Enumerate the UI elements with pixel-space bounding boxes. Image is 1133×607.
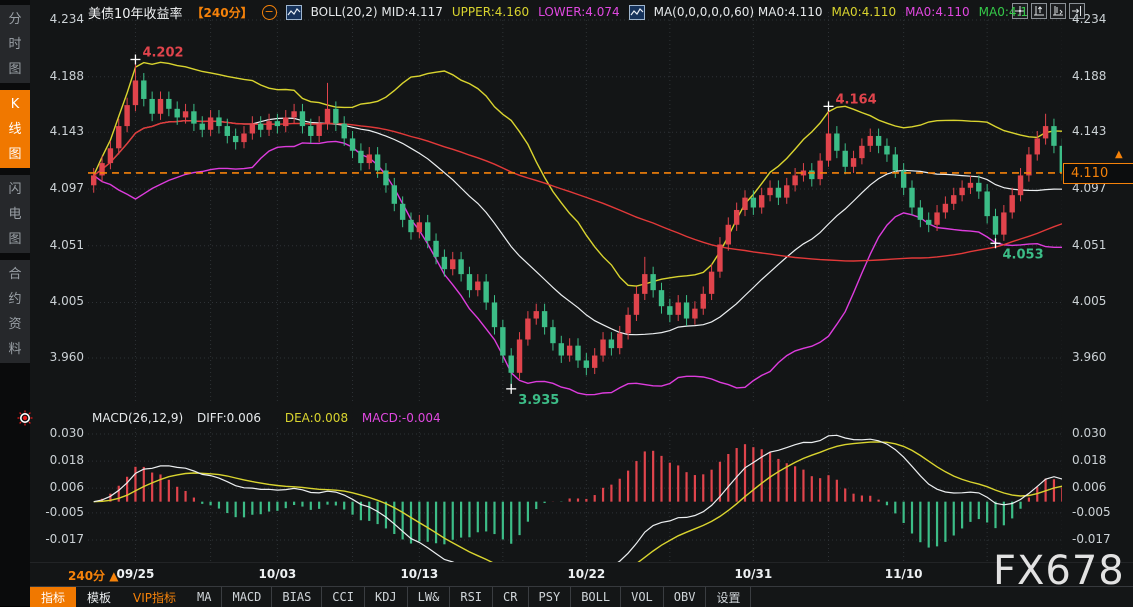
toolbar-tab[interactable]: VIP指标 xyxy=(122,587,187,607)
main-axis-right: 4.2344.1884.1434.0974.0514.0053.9600.030… xyxy=(1066,0,1133,562)
macd-tick-right: 0.018 xyxy=(1072,453,1106,467)
price-tick-left: 4.005 xyxy=(50,294,84,308)
symbol-title: 美债10年收益率 xyxy=(88,3,183,22)
indicator-button[interactable]: RSI xyxy=(450,587,493,607)
period-dropdown[interactable]: 240分 ▲ xyxy=(68,567,118,584)
sidebar-tab[interactable]: 合约资料 xyxy=(0,260,30,363)
sidebar-tab[interactable]: 闪电图 xyxy=(0,175,30,253)
chart-header: 美债10年收益率 【240分】 − BOLL(20,2) MID:4.117 U… xyxy=(30,0,1133,24)
time-axis: 240分 ▲ 09/25 10/03 10/13 10/22 10/31 11/10 xyxy=(30,562,1133,587)
indicator-button[interactable]: VOL xyxy=(621,587,664,607)
macd-tick-left: 0.030 xyxy=(50,426,84,440)
date-label: 10/22 xyxy=(567,567,605,581)
sidebar-tab[interactable]: 分时图 xyxy=(0,5,30,83)
fx678-watermark: FX678 xyxy=(993,548,1125,594)
indicator-button[interactable]: MACD xyxy=(222,587,272,607)
boll-indicator-icon[interactable] xyxy=(286,5,302,20)
svg-text:4.053: 4.053 xyxy=(1003,247,1044,262)
indicator-toolbar: 指标模板VIP指标MAMACDBIASCCIKDJLW&RSICRPSYBOLL… xyxy=(30,586,1133,607)
last-price-tag: 4.110 xyxy=(1063,163,1133,184)
ma-value-yellow: MA0:4.110 xyxy=(831,5,896,19)
macd-tick-left: -0.017 xyxy=(45,532,84,546)
price-tick-right: 4.051 xyxy=(1072,238,1106,252)
price-tick-left: 4.188 xyxy=(50,69,84,83)
boll-upper-value: UPPER:4.160 xyxy=(452,5,529,19)
indicator-button[interactable]: MA xyxy=(187,587,222,607)
candlestick-chart[interactable]: 4.202 3.935 4.164 4.053 xyxy=(88,8,1062,404)
svg-text:4.202: 4.202 xyxy=(142,45,183,60)
price-tick-left: 4.143 xyxy=(50,124,84,138)
price-tick-left: 4.051 xyxy=(50,238,84,252)
boll-label: BOLL(20,2) MID:4.117 xyxy=(311,5,443,19)
indicator-button[interactable]: CCI xyxy=(322,587,365,607)
macd-tick-right: -0.005 xyxy=(1072,505,1111,519)
price-tick-right: 4.188 xyxy=(1072,69,1106,83)
price-tick-right: 3.960 xyxy=(1072,350,1106,364)
main-axis-left: 4.2344.1884.1434.0974.0514.0053.9600.030… xyxy=(30,0,84,562)
date-label: 11/10 xyxy=(885,567,923,581)
macd-hist-value: MACD:-0.004 xyxy=(362,411,441,425)
boll-lower-value: LOWER:4.074 xyxy=(538,5,620,19)
date-label: 10/13 xyxy=(400,567,438,581)
trading-app: 分时图 K线图闪电图合约资料 美债10年收益率 【240分】 − xyxy=(0,0,1133,606)
collapse-icon[interactable]: − xyxy=(262,5,277,20)
price-tick-right: 4.005 xyxy=(1072,294,1106,308)
macd-tick-left: 0.006 xyxy=(50,480,84,494)
macd-tick-left: 0.018 xyxy=(50,453,84,467)
price-tick-left: 4.097 xyxy=(50,181,84,195)
indicator-button[interactable]: CR xyxy=(493,587,528,607)
indicator-button[interactable]: BOLL xyxy=(571,587,621,607)
price-tick-right: 4.143 xyxy=(1072,124,1106,138)
svg-text:3.935: 3.935 xyxy=(518,393,559,404)
indicator-button[interactable]: LW& xyxy=(408,587,451,607)
ma-value-green: MA0:4.1 xyxy=(979,5,1028,19)
indicator-button[interactable]: 设置 xyxy=(706,587,751,607)
period-selector[interactable]: 【240分】 xyxy=(192,4,253,21)
last-price-up-arrow: ▲ xyxy=(1115,149,1123,160)
ma-value-magenta: MA0:4.110 xyxy=(905,5,970,19)
svg-text:4.164: 4.164 xyxy=(836,92,877,107)
date-label: 10/31 xyxy=(734,567,772,581)
indicator-button[interactable]: BIAS xyxy=(272,587,322,607)
date-label: 10/03 xyxy=(259,567,297,581)
macd-tick-right: 0.030 xyxy=(1072,426,1106,440)
macd-dea-value: DEA:0.008 xyxy=(285,411,348,425)
macd-chart[interactable] xyxy=(88,408,1062,562)
date-label: 09/25 xyxy=(117,567,155,581)
macd-tick-right: 0.006 xyxy=(1072,480,1106,494)
macd-legend: MACD(26,12,9) DIFF:0.006 DEA:0.008 MACD:… xyxy=(92,411,451,425)
macd-tick-right: -0.017 xyxy=(1072,532,1111,546)
ma-indicator-icon[interactable] xyxy=(629,5,645,20)
left-tab-sidebar: 分时图 K线图闪电图合约资料 xyxy=(0,0,30,606)
sidebar-tab[interactable]: K线图 xyxy=(0,90,30,168)
chart-workspace: 美债10年收益率 【240分】 − BOLL(20,2) MID:4.117 U… xyxy=(30,0,1133,606)
toolbar-tab[interactable]: 指标 xyxy=(30,587,76,607)
price-tick-left: 3.960 xyxy=(50,350,84,364)
macd-title: MACD(26,12,9) DIFF:0.006 xyxy=(92,411,271,425)
indicator-button[interactable]: PSY xyxy=(529,587,572,607)
macd-tick-left: -0.005 xyxy=(45,505,84,519)
indicator-button[interactable]: KDJ xyxy=(365,587,408,607)
ma-label: MA(0,0,0,0,0,60) MA0:4.110 xyxy=(654,5,823,19)
toolbar-tab[interactable]: 模板 xyxy=(76,587,122,607)
sidebar-tabs: 分时图 K线图闪电图合约资料 xyxy=(0,0,30,363)
indicator-settings-icon[interactable] xyxy=(17,410,33,426)
indicator-button[interactable]: OBV xyxy=(664,587,707,607)
